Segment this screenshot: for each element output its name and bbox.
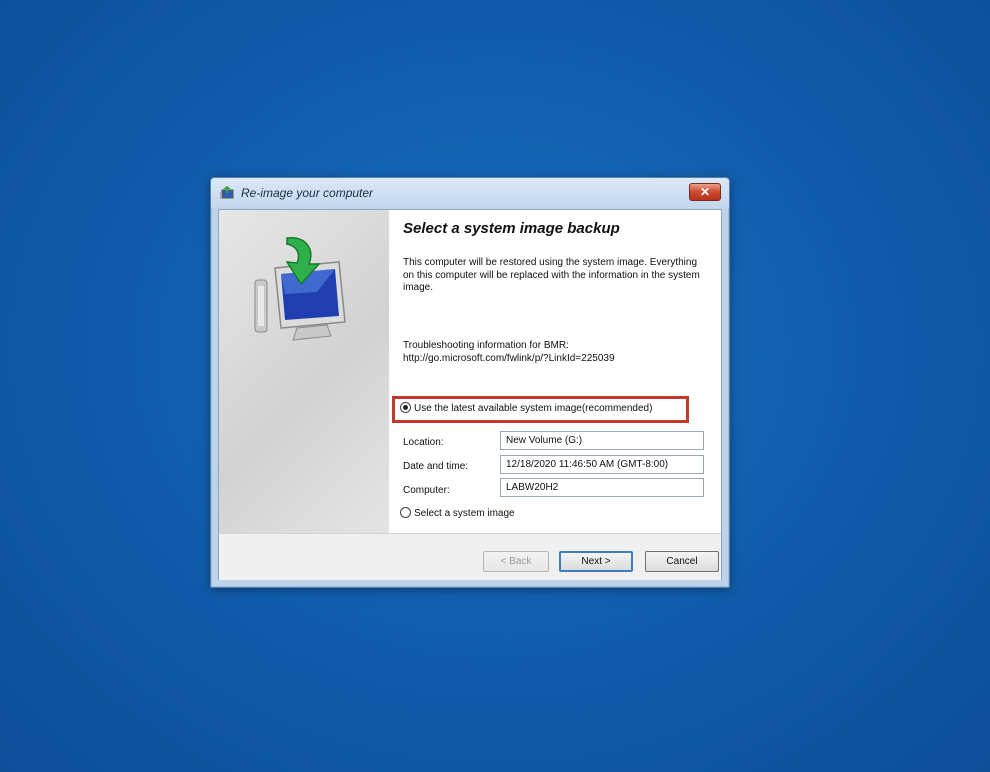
side-panel <box>219 210 389 533</box>
troubleshooting-label: Troubleshooting information for BMR: <box>403 340 569 351</box>
datetime-field: 12/18/2020 11:46:50 AM (GMT-8:00) <box>500 455 704 474</box>
button-bar: < Back Next > Cancel <box>219 533 721 580</box>
computer-label: Computer: <box>403 485 450 496</box>
location-field: New Volume (G:) <box>500 431 704 450</box>
title-bar[interactable]: Re-image your computer ✕ <box>211 178 729 208</box>
option-latest-image[interactable]: Use the latest available system image(re… <box>400 402 652 414</box>
close-icon: ✕ <box>699 185 711 199</box>
reimage-dialog: Re-image your computer ✕ Select a system… <box>210 177 730 588</box>
window-title: Re-image your computer <box>241 186 374 200</box>
back-button[interactable]: < Back <box>483 551 549 572</box>
option-select-label: Select a system image <box>414 508 515 519</box>
close-button[interactable]: ✕ <box>689 183 721 201</box>
description-text: This computer will be restored using the… <box>403 257 700 293</box>
location-label: Location: <box>403 437 444 448</box>
troubleshooting-link[interactable]: http://go.microsoft.com/fwlink/p/?LinkId… <box>403 353 615 366</box>
monitor-restore-arrow-icon <box>254 237 346 341</box>
page-heading: Select a system image backup <box>403 220 620 237</box>
dialog-content: Select a system image backup This comput… <box>218 209 722 580</box>
option-latest-label: Use the latest available system image(re… <box>414 403 653 414</box>
next-button[interactable]: Next > <box>559 551 633 572</box>
radio-select-image[interactable] <box>400 507 411 518</box>
restore-computer-icon <box>220 186 234 199</box>
radio-latest-image[interactable] <box>400 402 411 413</box>
troubleshooting-info: Troubleshooting information for BMR: htt… <box>403 340 615 365</box>
computer-field: LABW20H2 <box>500 478 704 497</box>
datetime-label: Date and time: <box>403 461 469 472</box>
cancel-button[interactable]: Cancel <box>645 551 719 572</box>
option-select-image[interactable]: Select a system image <box>400 507 515 519</box>
